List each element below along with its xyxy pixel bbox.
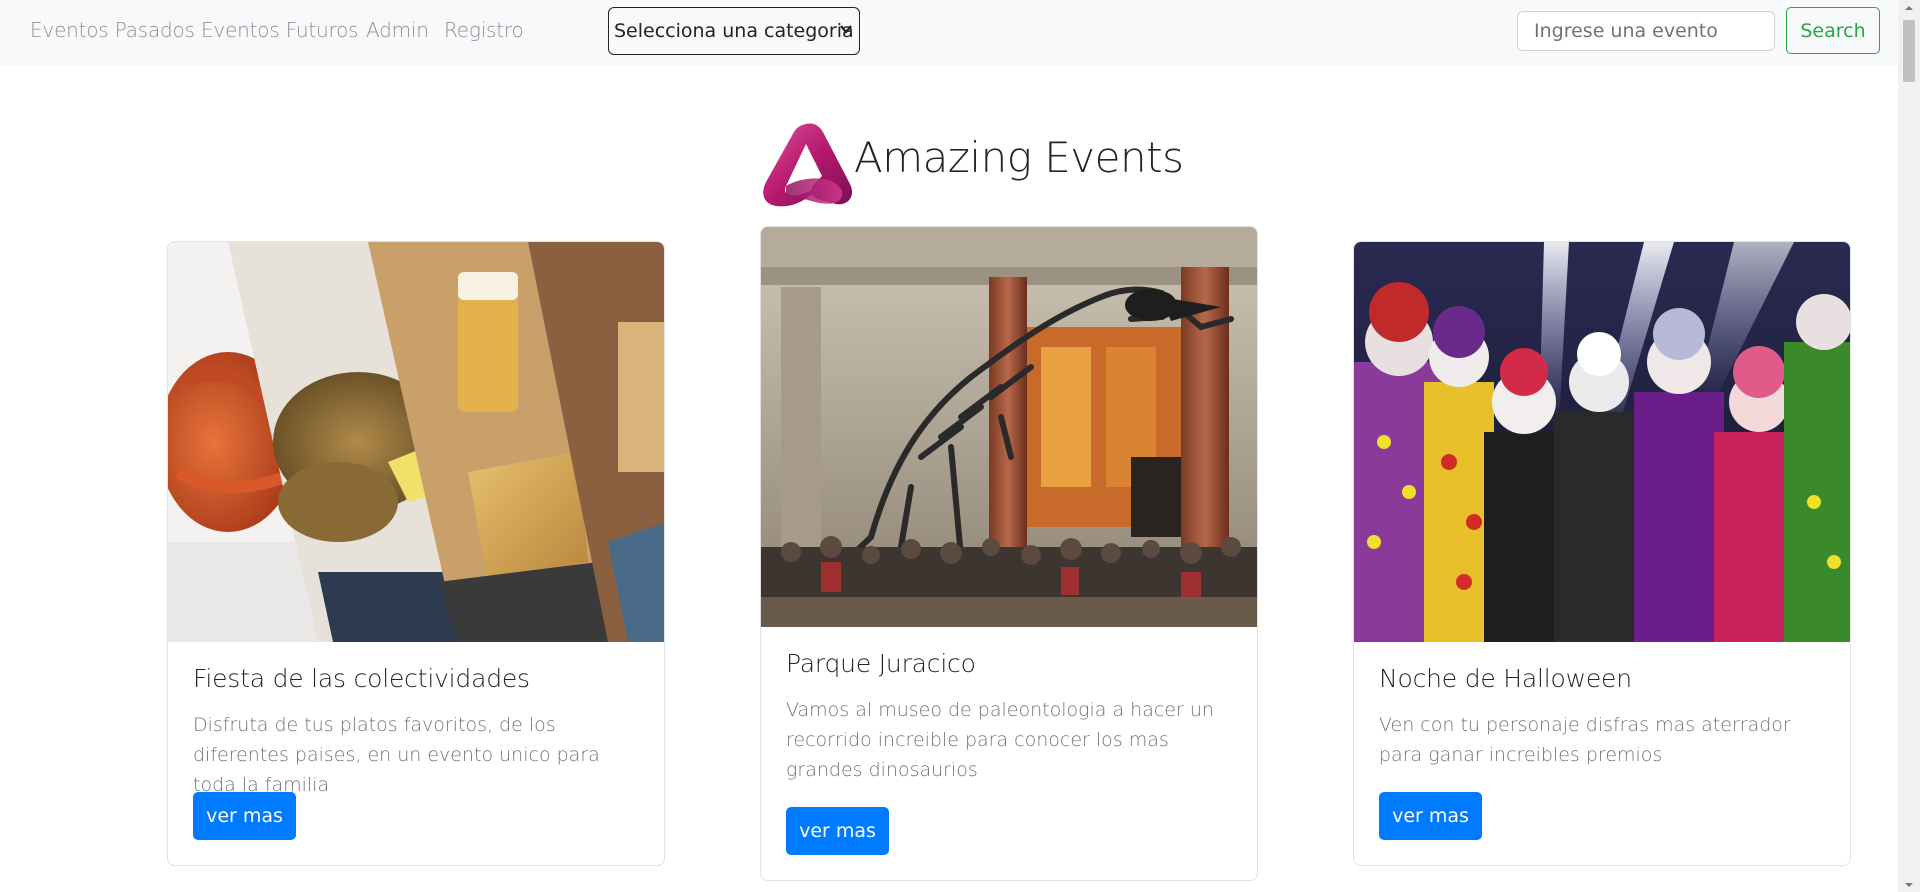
brand-logo [762,122,854,212]
event-image-museum [761,227,1257,627]
search-button[interactable]: Search [1786,7,1880,54]
scroll-thumb[interactable] [1903,20,1915,82]
nav-link-admin[interactable]: Admin [366,18,429,42]
event-card: Fiesta de las colectividades Disfruta de… [167,241,665,866]
category-select[interactable]: Selecciona una categoria [608,7,860,55]
event-card-title: Noche de Halloween [1379,664,1632,693]
event-card-description: Ven con tu personaje disfras mas aterrad… [1379,714,1791,766]
nav-link-eventos-pasados[interactable]: Eventos Pasados [30,18,195,42]
scroll-down-icon[interactable] [1904,881,1914,889]
event-image-halloween [1354,242,1850,642]
ver-mas-button[interactable]: ver mas [786,807,889,855]
nav-link-registro[interactable]: Registro [444,18,524,42]
ver-mas-button[interactable]: ver mas [1379,792,1482,840]
event-card-description: Disfruta de tus platos favoritos, de los… [193,714,600,796]
nav-link-eventos-futuros[interactable]: Eventos Futuros [201,18,359,42]
search-input[interactable]: Ingrese una evento [1517,11,1775,51]
page-scrollbar[interactable] [1898,0,1920,892]
event-card: Parque Juracico Vamos al museo de paleon… [760,226,1258,881]
event-image-food [168,242,664,642]
search-placeholder: Ingrese una evento [1534,20,1718,42]
navbar: Eventos Pasados Eventos Futuros Admin Re… [0,0,1898,66]
event-card-description: Vamos al museo de paleontologia a hacer … [786,699,1214,781]
page-title: Amazing Events [854,133,1184,182]
chevron-down-icon [840,25,852,34]
event-card-title: Fiesta de las colectividades [193,664,530,693]
scroll-up-icon[interactable] [1904,4,1914,12]
event-card: Noche de Halloween Ven con tu personaje … [1353,241,1851,866]
event-card-title: Parque Juracico [786,649,976,678]
category-select-value: Selecciona una categoria [614,20,854,42]
ver-mas-button[interactable]: ver mas [193,792,296,840]
